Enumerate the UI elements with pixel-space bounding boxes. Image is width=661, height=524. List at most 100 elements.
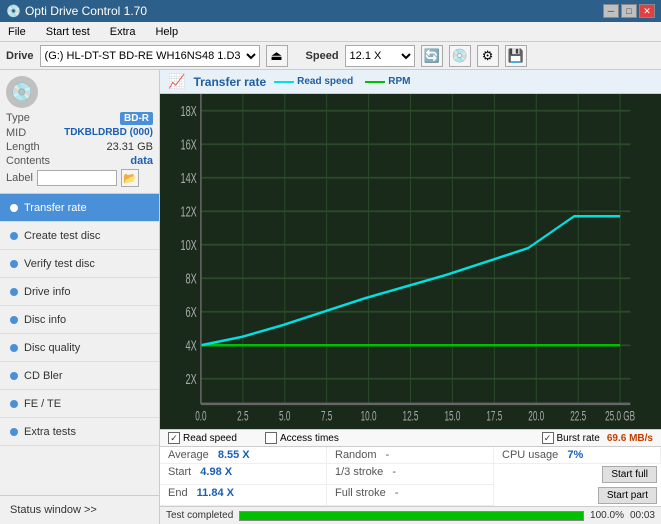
- full-stroke-value: -: [395, 487, 399, 499]
- legend-read-speed: Read speed: [274, 76, 353, 87]
- legend-rpm-color: [365, 81, 385, 83]
- titlebar-title: 💿 Opti Drive Control 1.70: [6, 4, 147, 18]
- svg-text:10X: 10X: [180, 236, 197, 253]
- start-full-cell: Start full: [494, 464, 661, 485]
- start-label: Start: [168, 466, 191, 478]
- svg-text:7.5: 7.5: [321, 410, 332, 424]
- stroke13-cell: 1/3 stroke -: [327, 464, 494, 485]
- close-button[interactable]: ✕: [639, 4, 655, 18]
- length-value: 23.31 GB: [107, 141, 153, 153]
- burst-value: 69.6 MB/s: [607, 433, 653, 444]
- start-part-cell: Start part: [494, 485, 661, 506]
- checkbox-access-times[interactable]: Access times: [265, 432, 339, 444]
- nav-list: Transfer rate Create test disc Verify te…: [0, 194, 159, 446]
- disc-mid-row: MID TDKBLDRBD (000): [6, 127, 153, 139]
- drive-select[interactable]: (G:) HL-DT-ST BD-RE WH16NS48 1.D3: [40, 45, 260, 67]
- legend-rpm-label: RPM: [388, 76, 410, 87]
- speed-select[interactable]: 12.1 X: [345, 45, 415, 67]
- nav-fe-te[interactable]: FE / TE: [0, 390, 159, 418]
- titlebar: 💿 Opti Drive Control 1.70 ─ □ ✕: [0, 0, 661, 22]
- nav-create-test-disc-label: Create test disc: [24, 230, 100, 242]
- start-full-button[interactable]: Start full: [602, 466, 657, 483]
- disc-header: 💿: [6, 76, 153, 108]
- nav-dot: [10, 204, 18, 212]
- svg-text:16X: 16X: [180, 136, 197, 153]
- contents-value: data: [130, 155, 153, 167]
- speed-label: Speed: [306, 50, 339, 62]
- svg-text:18X: 18X: [180, 102, 197, 119]
- chart-header: 📈 Transfer rate Read speed RPM: [160, 70, 661, 94]
- cb-read-speed-label: Read speed: [183, 433, 237, 444]
- disc-contents-row: Contents data: [6, 155, 153, 167]
- nav-extra-tests[interactable]: Extra tests: [0, 418, 159, 446]
- nav-dot: [10, 344, 18, 352]
- full-stroke-cell: Full stroke -: [327, 485, 494, 506]
- nav-disc-info[interactable]: Disc info: [0, 306, 159, 334]
- cb-access-times-label: Access times: [280, 433, 339, 444]
- nav-verify-test-disc[interactable]: Verify test disc: [0, 250, 159, 278]
- menu-start-test[interactable]: Start test: [42, 24, 94, 40]
- save-button[interactable]: 💾: [505, 45, 527, 67]
- progress-time: 00:03: [630, 510, 655, 521]
- menu-extra[interactable]: Extra: [106, 24, 140, 40]
- svg-text:6X: 6X: [186, 303, 198, 320]
- progress-track: [239, 511, 584, 521]
- label-input[interactable]: [37, 170, 117, 186]
- random-cell: Random -: [327, 447, 494, 464]
- settings-button[interactable]: ⚙: [477, 45, 499, 67]
- nav-fe-te-label: FE / TE: [24, 398, 61, 410]
- main-layout: 💿 Type BD-R MID TDKBLDRBD (000) Length 2…: [0, 70, 661, 524]
- chart-svg: 18X 16X 14X 12X 10X 8X 6X 4X 2X 0.0 2.5 …: [160, 94, 661, 429]
- label-row: Label 📂: [6, 169, 153, 187]
- cb-burst-rate[interactable]: ✓: [542, 432, 554, 444]
- drivebar: Drive (G:) HL-DT-ST BD-RE WH16NS48 1.D3 …: [0, 42, 661, 70]
- nav-disc-quality[interactable]: Disc quality: [0, 334, 159, 362]
- svg-text:22.5: 22.5: [570, 410, 586, 424]
- legend-rpm: RPM: [365, 76, 410, 87]
- random-value: -: [386, 449, 390, 461]
- svg-text:12.5: 12.5: [403, 410, 419, 424]
- nav-dot: [10, 288, 18, 296]
- data-rows: Average 8.55 X Random - CPU usage 7% Sta…: [160, 446, 661, 506]
- start-part-button[interactable]: Start part: [598, 487, 657, 504]
- label-label: Label: [6, 172, 33, 184]
- nav-cd-bler[interactable]: CD Bler: [0, 362, 159, 390]
- progress-status: Test completed: [166, 510, 233, 521]
- progress-percent: 100.0%: [590, 510, 624, 521]
- average-label: Average: [168, 449, 209, 461]
- disc-icon: 💿: [6, 76, 38, 108]
- start-cell: Start 4.98 X: [160, 464, 327, 485]
- random-label: Random: [335, 449, 377, 461]
- stroke13-value: -: [392, 466, 396, 478]
- menu-help[interactable]: Help: [151, 24, 182, 40]
- svg-text:0.0: 0.0: [195, 410, 206, 424]
- cb-read-speed[interactable]: ✓: [168, 432, 180, 444]
- disc-button[interactable]: 💿: [449, 45, 471, 67]
- nav-transfer-rate-label: Transfer rate: [24, 202, 87, 214]
- end-label: End: [168, 487, 188, 499]
- nav-drive-info-label: Drive info: [24, 286, 70, 298]
- label-browse-button[interactable]: 📂: [121, 169, 139, 187]
- eject-button[interactable]: ⏏: [266, 45, 288, 67]
- nav-drive-info[interactable]: Drive info: [0, 278, 159, 306]
- chart-container: 18X 16X 14X 12X 10X 8X 6X 4X 2X 0.0 2.5 …: [160, 94, 661, 429]
- status-window-label: Status window >>: [10, 504, 97, 516]
- minimize-button[interactable]: ─: [603, 4, 619, 18]
- checkbox-burst-rate[interactable]: ✓ Burst rate 69.6 MB/s: [542, 432, 654, 444]
- refresh-button[interactable]: 🔄: [421, 45, 443, 67]
- svg-text:17.5: 17.5: [486, 410, 502, 424]
- start-value: 4.98 X: [200, 466, 232, 478]
- checkbox-read-speed[interactable]: ✓ Read speed: [168, 432, 237, 444]
- menu-file[interactable]: File: [4, 24, 30, 40]
- svg-text:25.0 GB: 25.0 GB: [605, 410, 635, 424]
- disc-length-row: Length 23.31 GB: [6, 141, 153, 153]
- restore-button[interactable]: □: [621, 4, 637, 18]
- nav-transfer-rate[interactable]: Transfer rate: [0, 194, 159, 222]
- svg-text:5.0: 5.0: [279, 410, 290, 424]
- nav-create-test-disc[interactable]: Create test disc: [0, 222, 159, 250]
- length-label: Length: [6, 141, 40, 153]
- status-window-button[interactable]: Status window >>: [0, 496, 159, 524]
- nav-dot: [10, 372, 18, 380]
- cb-access-times[interactable]: [265, 432, 277, 444]
- legend-read-color: [274, 81, 294, 83]
